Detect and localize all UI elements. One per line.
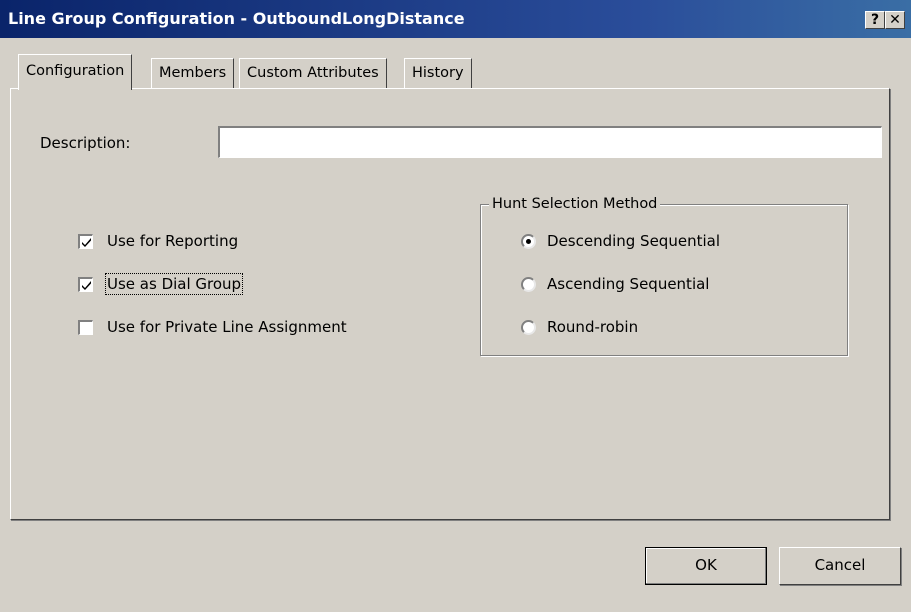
tab-history[interactable]: History bbox=[404, 58, 472, 88]
close-button[interactable]: ✕ bbox=[885, 11, 905, 29]
radio-unselected-icon[interactable] bbox=[521, 319, 536, 335]
hunt-selection-title: Hunt Selection Method bbox=[489, 196, 661, 212]
descending-sequential-radio[interactable]: Descending Sequential bbox=[521, 231, 720, 251]
help-button[interactable]: ? bbox=[865, 11, 885, 29]
round-robin-label: Round-robin bbox=[547, 318, 639, 336]
use-for-private-line-assignment-label: Use for Private Line Assignment bbox=[107, 318, 347, 336]
use-for-private-line-assignment-checkbox[interactable]: Use for Private Line Assignment bbox=[78, 317, 348, 337]
ascending-sequential-radio[interactable]: Ascending Sequential bbox=[521, 274, 709, 294]
checkbox-checked-icon[interactable] bbox=[78, 276, 93, 292]
description-input[interactable] bbox=[218, 126, 882, 158]
checkbox-unchecked-icon[interactable] bbox=[78, 319, 93, 335]
use-for-reporting-label: Use for Reporting bbox=[107, 232, 239, 250]
checkbox-checked-icon[interactable] bbox=[78, 233, 93, 249]
tab-configuration[interactable]: Configuration bbox=[18, 54, 133, 90]
round-robin-radio[interactable]: Round-robin bbox=[521, 317, 638, 337]
radio-selected-icon[interactable] bbox=[521, 233, 536, 249]
tab-members[interactable]: Members bbox=[151, 58, 235, 88]
tab-custom-attributes[interactable]: Custom Attributes bbox=[239, 58, 387, 88]
use-as-dial-group-label: Use as Dial Group bbox=[104, 273, 244, 295]
description-label: Description: bbox=[40, 134, 131, 152]
use-for-reporting-checkbox[interactable]: Use for Reporting bbox=[78, 231, 239, 251]
window-title: Line Group Configuration - OutboundLongD… bbox=[8, 9, 465, 28]
use-as-dial-group-checkbox[interactable]: Use as Dial Group bbox=[78, 273, 244, 295]
radio-unselected-icon[interactable] bbox=[521, 276, 536, 292]
descending-sequential-label: Descending Sequential bbox=[547, 232, 720, 250]
ok-button[interactable]: OK bbox=[645, 547, 767, 585]
title-bar[interactable]: Line Group Configuration - OutboundLongD… bbox=[0, 0, 911, 38]
cancel-button[interactable]: Cancel bbox=[779, 547, 901, 585]
ascending-sequential-label: Ascending Sequential bbox=[547, 275, 710, 293]
